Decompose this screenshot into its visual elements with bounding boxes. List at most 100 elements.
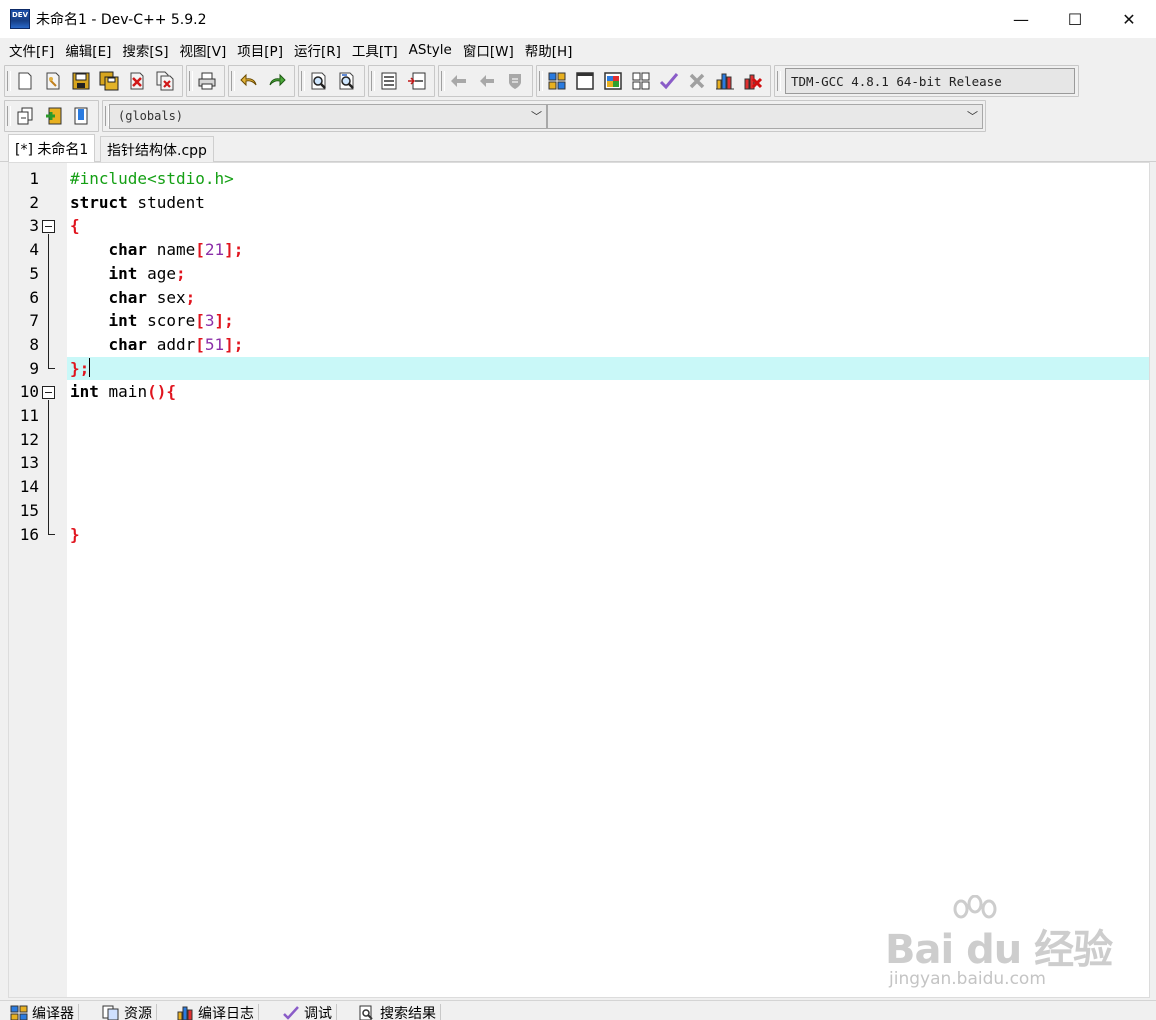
- title-bar: DEV 未命名1 - Dev-C++ 5.9.2 — ☐ ✕: [0, 0, 1156, 38]
- open-file-button[interactable]: [40, 68, 66, 94]
- goto-bookmark-button[interactable]: [68, 103, 94, 129]
- project-toolbar-group: [438, 65, 533, 97]
- tab-search-results[interactable]: 搜索结果: [354, 1004, 441, 1020]
- debug-check-icon: [283, 1006, 299, 1020]
- clean-button[interactable]: [684, 68, 710, 94]
- fold-guide-line: [48, 234, 49, 368]
- menu-window[interactable]: 窗口[W]: [458, 40, 519, 60]
- indent-icon: [381, 72, 397, 90]
- main-toolbar: TDM-GCC 4.8.1 64-bit Release: [4, 64, 1152, 98]
- rebuild-grid-icon: [632, 72, 650, 90]
- save-button[interactable]: [68, 68, 94, 94]
- line-number: 8: [29, 334, 39, 354]
- close-file-button[interactable]: [124, 68, 150, 94]
- fold-collapse-icon[interactable]: [42, 220, 55, 233]
- project-forward-button[interactable]: [474, 68, 500, 94]
- tab-compile-log-label: 编译日志: [198, 1006, 254, 1020]
- arrow-left-disabled-icon-2: [480, 75, 494, 87]
- indent-toolbar-group: [368, 65, 435, 97]
- redo-button[interactable]: [264, 68, 290, 94]
- menu-tools[interactable]: 工具[T]: [347, 40, 403, 60]
- line-number: 13: [19, 453, 39, 473]
- code-area[interactable]: #include<stdio.h> struct student { char …: [67, 163, 1149, 997]
- new-file-icon: [18, 72, 32, 90]
- line-number: 10: [19, 382, 39, 402]
- tab-resources[interactable]: 资源: [98, 1004, 157, 1020]
- indent-button[interactable]: [376, 68, 402, 94]
- minimize-button[interactable]: —: [994, 0, 1048, 38]
- compile-button[interactable]: [544, 68, 570, 94]
- code-line: char sex;: [108, 287, 196, 307]
- rebuild-all-button[interactable]: [628, 68, 654, 94]
- bookmark-icon: [74, 107, 88, 125]
- replace-button[interactable]: [334, 68, 360, 94]
- code-editor[interactable]: 1 2 3 4 5 6 7 8 9 10 11 12 13 14 15 16 #…: [8, 162, 1150, 998]
- open-file-icon: [46, 72, 60, 90]
- compiler-toolbar-group: TDM-GCC 4.8.1 64-bit Release: [774, 65, 1079, 97]
- profile-button[interactable]: [712, 68, 738, 94]
- insert-button[interactable]: [12, 103, 38, 129]
- compile-toolbar-group: [536, 65, 771, 97]
- print-button[interactable]: [194, 68, 220, 94]
- goto-line-icon: [408, 72, 426, 90]
- tab-compiler[interactable]: 编译器: [6, 1004, 79, 1020]
- scope-select[interactable]: (globals) ﹀: [109, 103, 547, 129]
- class-toolbar: (globals) ﹀ ﹀: [4, 99, 998, 133]
- find-magnifier-icon: [311, 72, 326, 90]
- project-back-button[interactable]: [446, 68, 472, 94]
- tab-untitled1[interactable]: [*] 未命名1: [8, 134, 96, 162]
- run-window-icon: [576, 72, 594, 90]
- compile-run-button[interactable]: [600, 68, 626, 94]
- code-line: {: [70, 216, 80, 236]
- window-controls: — ☐ ✕: [994, 0, 1156, 38]
- member-select[interactable]: ﹀: [547, 103, 983, 129]
- line-number: 15: [19, 500, 39, 520]
- tab-compile-log[interactable]: 编译日志: [172, 1004, 259, 1020]
- tab-debug[interactable]: 调试: [278, 1004, 337, 1020]
- save-all-button[interactable]: [96, 68, 122, 94]
- code-line: int main(){: [70, 382, 176, 402]
- delete-profile-button[interactable]: [740, 68, 766, 94]
- code-line: int age;: [108, 263, 186, 283]
- close-icon: ✕: [1122, 9, 1136, 29]
- find-button[interactable]: [306, 68, 332, 94]
- line-number: 7: [29, 311, 39, 331]
- line-number: 16: [19, 524, 39, 544]
- undo-button[interactable]: [236, 68, 262, 94]
- fold-end-marker: [48, 368, 55, 369]
- menu-bar: 文件[F] 编辑[E] 搜索[S] 视图[V] 项目[P] 运行[R] 工具[T…: [0, 38, 1156, 62]
- close-button[interactable]: ✕: [1102, 0, 1156, 38]
- menu-file[interactable]: 文件[F]: [4, 40, 59, 60]
- line-number: 4: [29, 240, 39, 260]
- menu-project[interactable]: 项目[P]: [232, 40, 288, 60]
- maximize-icon: ☐: [1067, 9, 1083, 29]
- compiler-select[interactable]: TDM-GCC 4.8.1 64-bit Release: [785, 68, 1075, 94]
- line-number: 12: [19, 429, 39, 449]
- code-line: char name[21];: [108, 240, 244, 260]
- run-button[interactable]: [572, 68, 598, 94]
- syntax-check-button[interactable]: [656, 68, 682, 94]
- tab-pointer-struct[interactable]: 指针结构体.cpp: [100, 136, 214, 162]
- menu-run[interactable]: 运行[R]: [289, 40, 346, 60]
- toggle-bookmark-button[interactable]: [40, 103, 66, 129]
- menu-help[interactable]: 帮助[H]: [520, 40, 578, 60]
- maximize-button[interactable]: ☐: [1048, 0, 1102, 38]
- new-file-button[interactable]: [12, 68, 38, 94]
- menu-edit[interactable]: 编辑[E]: [60, 40, 116, 60]
- menu-search[interactable]: 搜索[S]: [117, 40, 173, 60]
- code-line: #include<stdio.h>: [70, 169, 234, 188]
- line-number: 5: [29, 263, 39, 283]
- goto-line-button[interactable]: [404, 68, 430, 94]
- menu-astyle[interactable]: AStyle: [404, 42, 457, 58]
- menu-view[interactable]: 视图[V]: [175, 40, 232, 60]
- close-all-icon: [156, 71, 174, 91]
- project-options-button[interactable]: [502, 68, 528, 94]
- code-line: }: [70, 524, 80, 544]
- tab-compiler-label: 编译器: [32, 1006, 74, 1020]
- fold-guide-line: [48, 400, 49, 534]
- close-all-button[interactable]: [152, 68, 178, 94]
- fold-collapse-icon[interactable]: [42, 386, 55, 399]
